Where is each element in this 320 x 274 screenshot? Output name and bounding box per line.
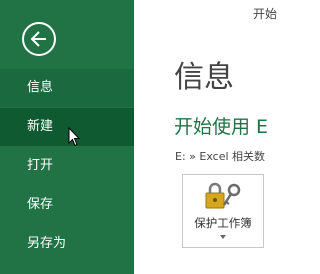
back-button[interactable] [22, 22, 56, 56]
sidebar-item-info[interactable]: 信息 [0, 69, 134, 107]
backstage-sidebar: 信息 新建 打开 保存 另存为 [0, 0, 134, 274]
file-path: E: » Excel 相关数 [175, 150, 266, 163]
section-heading: 开始使用 E [174, 116, 269, 138]
info-panel: 开始 信息 开始使用 E E: » Excel 相关数 保护工作簿 [134, 0, 278, 274]
sidebar-item-save-as[interactable]: 另存为 [0, 225, 134, 263]
chevron-down-icon [220, 235, 226, 239]
sidebar-item-new[interactable]: 新建 [0, 108, 134, 146]
sidebar-item-save[interactable]: 保存 [0, 186, 134, 224]
window-title: 开始 [253, 7, 278, 21]
sidebar-item-open[interactable]: 打开 [0, 147, 134, 185]
protect-workbook-label: 保护工作簿 [194, 216, 252, 230]
mouse-cursor-icon [68, 127, 80, 147]
back-arrow-icon [30, 31, 46, 47]
protect-workbook-button[interactable]: 保护工作簿 [182, 174, 264, 248]
lock-key-icon [205, 182, 241, 209]
page-title: 信息 [174, 60, 234, 95]
